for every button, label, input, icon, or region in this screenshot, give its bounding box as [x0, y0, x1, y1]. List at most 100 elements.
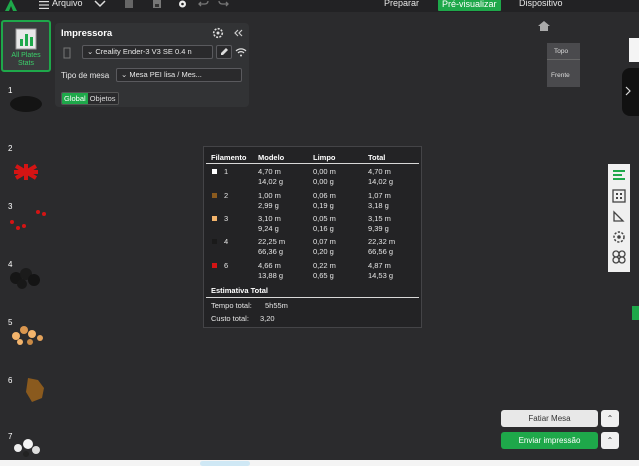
filament-number: 4: [224, 237, 229, 246]
chevron-up-icon: ⌃: [606, 436, 614, 445]
plate-6[interactable]: 6: [2, 370, 50, 420]
total-value: 1,07 m 3,18 g: [368, 191, 391, 210]
total-value-m: 22,32 m: [368, 237, 396, 246]
plate-thumbnail: [26, 378, 44, 402]
total-value: 22,32 m 66,56 g: [368, 237, 395, 256]
collapse-handle[interactable]: [622, 68, 639, 116]
printer-select-value: Creality Ender-3 V3 SE 0.4 n: [95, 47, 192, 56]
limpo-value-m: 0,06 m: [313, 191, 336, 200]
chevron-down-icon[interactable]: [94, 0, 106, 8]
filament-color-swatch: [212, 216, 217, 221]
limpo-value-g: 0,20 g: [313, 246, 334, 256]
cost-value: 3,20: [260, 314, 275, 323]
plate-1[interactable]: 1: [2, 80, 50, 130]
home-icon[interactable]: [537, 20, 551, 32]
plate-4[interactable]: 4: [2, 254, 50, 304]
plate-thumbnail: [14, 439, 40, 457]
slider-handle[interactable]: [632, 306, 639, 320]
printer-title: Impressora: [61, 28, 113, 39]
edit-printer-button[interactable]: [216, 45, 232, 59]
header-divider: [206, 163, 419, 164]
limpo-value: 0,00 m 0,00 g: [313, 167, 336, 186]
total-value-g: 66,56 g: [368, 246, 394, 256]
printer-select[interactable]: ⌄ Creality Ender-3 V3 SE 0.4 n: [82, 45, 213, 59]
redo-icon[interactable]: [218, 0, 229, 8]
printer-icon: [63, 47, 71, 59]
modelo-value-g: 14,02 g: [258, 176, 284, 186]
header-limpo: Limpo: [313, 153, 336, 162]
cube-edge: [547, 59, 580, 60]
save-icon[interactable]: [152, 0, 162, 8]
plate-thumbnail: [12, 326, 43, 345]
support-icon[interactable]: [611, 249, 627, 265]
slice-options-button[interactable]: ⌃: [601, 410, 619, 427]
plate-number: 6: [8, 376, 13, 385]
limpo-value-m: 0,05 m: [313, 214, 336, 223]
chevron-right-icon: [625, 86, 631, 96]
slice-plate-button[interactable]: Fatiar Mesa: [501, 410, 598, 427]
limpo-value: 0,06 m 0,19 g: [313, 191, 336, 210]
total-value-g: 14,53 g: [368, 270, 394, 280]
filament-color-swatch: [212, 193, 217, 198]
tab-objetos[interactable]: Objetos: [87, 93, 118, 104]
modelo-value: 22,25 m 66,36 g: [258, 237, 285, 256]
limpo-value-m: 0,07 m: [313, 237, 336, 246]
filament-row: 2 1,00 m 2,99 g 0,06 m 0,19 g 1,07 m 3,18 g: [204, 191, 421, 213]
tab-preparar[interactable]: Preparar: [384, 0, 419, 8]
settings-icon[interactable]: [611, 229, 627, 245]
filament-color-swatch: [212, 169, 217, 174]
modelo-value-g: 13,88 g: [258, 270, 284, 280]
total-value-m: 4,87 m: [368, 261, 391, 270]
limpo-value: 0,07 m 0,20 g: [313, 237, 336, 256]
send-options-button[interactable]: ⌃: [601, 432, 619, 449]
time-label: Tempo total:: [211, 301, 252, 310]
plate-thumbnail: [14, 164, 38, 180]
menu-icon[interactable]: [38, 0, 50, 10]
right-edge-panel: [629, 38, 639, 62]
plate-3[interactable]: 3: [2, 196, 50, 246]
plate-thumbnail: [10, 210, 46, 230]
view-cube[interactable]: Topo Frente: [547, 43, 580, 87]
legend-icon[interactable]: [611, 167, 627, 183]
limpo-value-g: 0,16 g: [313, 223, 334, 233]
plate-thumbnail: [10, 96, 42, 112]
cost-label: Custo total:: [211, 314, 249, 323]
time-value: 5h55m: [265, 301, 288, 310]
tab-pre-visualizar[interactable]: Pré-visualizar: [438, 0, 501, 11]
total-value: 4,70 m 14,02 g: [368, 167, 393, 186]
layers-grid-icon[interactable]: [611, 188, 627, 204]
modelo-value-g: 66,36 g: [258, 246, 284, 256]
tab-global[interactable]: Global: [62, 93, 88, 104]
bed-type-select[interactable]: ⌄ Mesa PEI lisa / Mes...: [116, 68, 242, 82]
printer-panel: Impressora ⌄ Creality Ender-3 V3 SE 0.4 …: [55, 23, 249, 107]
modelo-value: 4,70 m 14,02 g: [258, 167, 283, 186]
gear-icon[interactable]: [177, 0, 188, 9]
plate-5[interactable]: 5: [2, 312, 50, 362]
app-logo-icon: [5, 0, 17, 11]
menu-arquivo[interactable]: Arquivo: [52, 0, 83, 8]
filament-color-swatch: [212, 239, 217, 244]
modelo-value-m: 4,66 m: [258, 261, 281, 270]
tab-dispositivo[interactable]: Dispositivo: [519, 0, 563, 8]
send-print-button[interactable]: Enviar impressão: [501, 432, 598, 449]
modelo-value-m: 1,00 m: [258, 191, 281, 200]
collapse-icon[interactable]: [233, 29, 243, 37]
printer-settings-icon[interactable]: [212, 27, 224, 39]
limpo-value-m: 0,00 m: [313, 167, 336, 176]
undo-icon[interactable]: [198, 0, 209, 8]
estimate-divider: [206, 297, 419, 298]
new-file-icon[interactable]: [124, 0, 134, 8]
filament-number: 6: [224, 261, 229, 270]
filament-stats-panel: Filamento Modelo Limpo Total 1 4,70 m 14,0…: [203, 146, 422, 328]
wifi-icon[interactable]: [235, 47, 247, 57]
limpo-value: 0,05 m 0,16 g: [313, 214, 336, 233]
limpo-value-g: 0,19 g: [313, 200, 334, 210]
modelo-value: 4,66 m 13,88 g: [258, 261, 283, 280]
measure-icon[interactable]: [611, 208, 627, 224]
total-value-g: 14,02 g: [368, 176, 394, 186]
limpo-value-m: 0,22 m: [313, 261, 336, 270]
limpo-value: 0,22 m 0,65 g: [313, 261, 336, 280]
all-plates-stats-button[interactable]: All Plates Stats: [1, 20, 51, 72]
stats-chart-icon: [15, 28, 37, 50]
plate-2[interactable]: 2: [2, 138, 50, 188]
